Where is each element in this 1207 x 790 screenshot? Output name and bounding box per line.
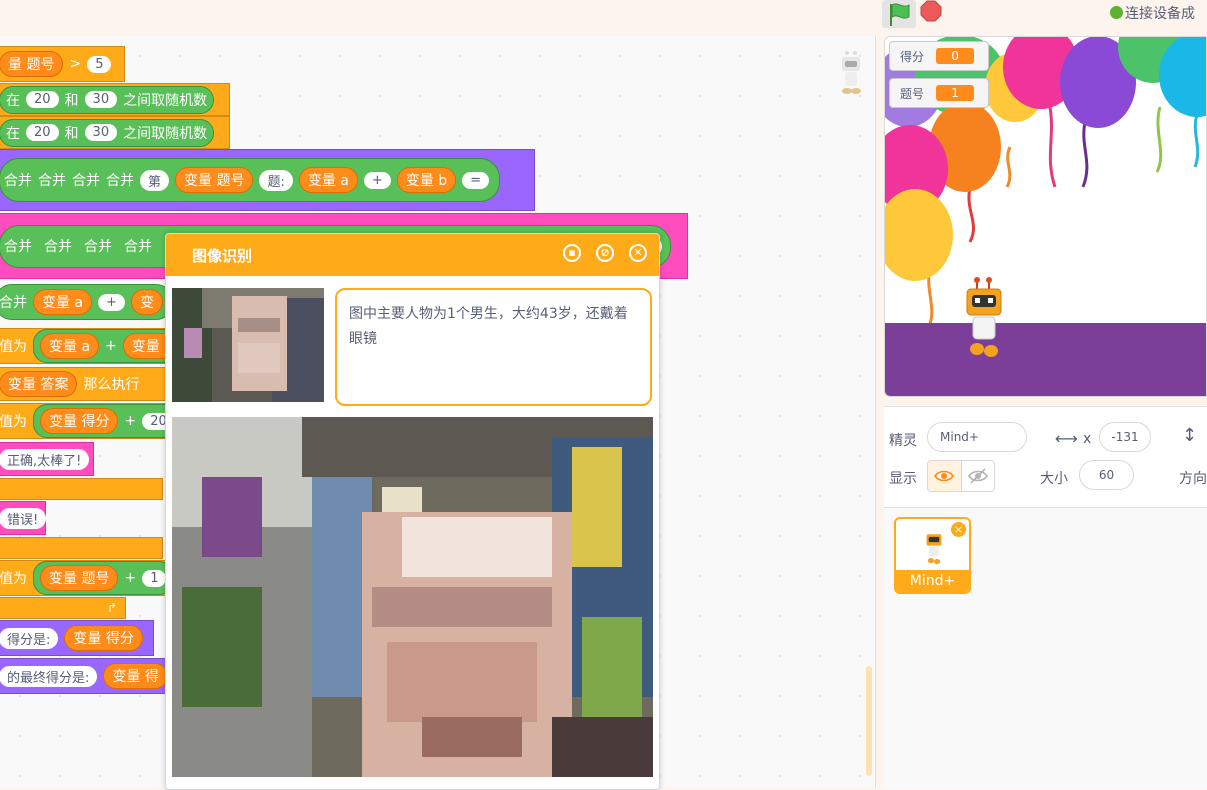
number-input[interactable]: 1 — [142, 569, 167, 587]
connection-indicator-icon — [1110, 6, 1123, 19]
say-wrong-block[interactable]: 错误! — [0, 501, 47, 535]
size-label: 大小 — [1040, 471, 1068, 487]
set-score-block[interactable]: 值为 变量 得分 + 20 — [0, 403, 182, 439]
text-input[interactable]: 的最终得分是: — [0, 665, 98, 687]
variable-reporter[interactable]: 变 — [130, 289, 163, 315]
if-end-branch — [0, 537, 163, 559]
add-operator[interactable]: 变量 得分 + 20 — [33, 404, 182, 438]
mindplus-sprite[interactable] — [961, 277, 1007, 359]
variable-reporter[interactable]: 量 题号 — [0, 51, 64, 77]
variable-reporter[interactable]: 变量 题号 — [175, 167, 254, 193]
random-min-input[interactable]: 20 — [26, 91, 59, 108]
random-max-input[interactable]: 30 — [84, 124, 118, 141]
question-monitor-label: 题号 — [900, 86, 925, 101]
question-monitor-value: 1 — [936, 85, 975, 101]
mindplus-thumbnail-icon — [926, 534, 942, 565]
number-input[interactable]: 5 — [87, 55, 112, 73]
loop-arrow-icon: ↱ — [106, 601, 117, 615]
workspace-scrollbar[interactable] — [866, 666, 872, 776]
score-monitor-label: 得分 — [900, 49, 925, 64]
direction-label: 方向 — [1179, 471, 1207, 487]
recognition-result-text: 图中主要人物为1个男生，大约43岁，还戴着眼镜 — [349, 306, 628, 347]
variable-reporter[interactable]: 变量 a — [40, 333, 100, 359]
ask-question-block[interactable]: 合并 合并 合并 合并 第 变量 题号 题: 变量 a + 变量 b = — [0, 149, 535, 211]
variable-reporter[interactable]: 变量 题号 — [40, 565, 119, 591]
variable-reporter[interactable]: 变量 得 — [103, 663, 168, 689]
delete-sprite-icon[interactable]: × — [951, 522, 966, 537]
loop-end-branch: ↱ — [0, 597, 126, 619]
stop-icon — [920, 0, 942, 22]
show-label: 显示 — [889, 471, 917, 487]
stage-ground — [885, 323, 1206, 396]
sprite-panel: 精灵 Mind+ ⟷ x -131 ↕ 显示 大小 60 方向 × Mind+ — [884, 406, 1207, 789]
random-operator[interactable]: 在 20 和 30 之间取随机数 — [0, 118, 215, 147]
stop-button[interactable] — [920, 0, 942, 22]
set-answer-block[interactable]: 值为 变量 a + 变量 b — [0, 328, 190, 364]
variable-reporter[interactable]: 变量 答案 — [0, 371, 78, 397]
text-input[interactable]: 得分是: — [0, 627, 59, 649]
random-operator[interactable]: 在 20 和 30 之间取随机数 — [0, 85, 215, 114]
text-input[interactable]: 错误! — [0, 507, 47, 529]
say-score-block[interactable]: 得分是: 变量 得分 — [0, 620, 154, 656]
green-flag-icon — [890, 3, 910, 26]
save-icon[interactable]: ▪ — [563, 244, 581, 262]
mindplus-mascot-icon — [842, 51, 861, 94]
variable-reporter[interactable]: 变量 a — [298, 167, 358, 193]
random-min-input[interactable]: 20 — [26, 124, 59, 141]
x-label: x — [1083, 431, 1092, 447]
size-input[interactable]: 60 — [1079, 460, 1134, 490]
variable-reporter[interactable]: 变量 得分 — [64, 625, 143, 651]
add-operator[interactable]: 变量 题号 + 1 — [33, 561, 174, 595]
variable-reporter[interactable]: 变量 得分 — [40, 408, 119, 434]
vertical-arrows-icon: ↕ — [1182, 425, 1198, 446]
increment-question-block[interactable]: 值为 变量 题号 + 1 — [0, 560, 174, 596]
device-connection-status[interactable]: 连接设备成 — [1110, 3, 1195, 23]
show-button[interactable] — [928, 461, 961, 491]
text-input[interactable]: + — [98, 293, 125, 311]
text-input[interactable]: 第 — [140, 169, 170, 191]
sprite-name-input[interactable]: Mind+ — [927, 422, 1027, 452]
random-max-input[interactable]: 30 — [84, 91, 118, 108]
if-then-block[interactable]: 变量 答案 那么执行 — [0, 367, 166, 401]
set-variable-random-block-b[interactable]: 在 20 和 30 之间取随机数 — [0, 116, 230, 149]
close-icon[interactable]: ✕ — [629, 244, 647, 262]
score-monitor-value: 0 — [936, 48, 975, 64]
if-block[interactable]: 量 题号 > 5 — [0, 46, 125, 82]
set-variable-random-block-a[interactable]: 在 20 和 30 之间取随机数 — [0, 83, 230, 116]
eye-slash-icon — [967, 468, 988, 484]
dialog-title: 图像识别 — [192, 247, 253, 265]
visibility-toggle — [927, 460, 995, 492]
text-input[interactable]: + — [363, 171, 391, 189]
captured-photo-thumbnail — [172, 288, 324, 402]
join-block[interactable]: 合并 变量 a + 变 — [0, 284, 174, 320]
greater-than-operator: > — [69, 56, 82, 72]
sprite-thumbnail-name: Mind+ — [896, 570, 969, 592]
stage[interactable]: 得分 0 题号 1 — [884, 36, 1207, 397]
sprite-label: 精灵 — [889, 433, 917, 449]
image-recognition-dialog: 图像识别 ▪ ⊘ ✕ 图中主要人物为1个男生，大约43岁，还戴着眼镜 — [165, 233, 660, 790]
green-flag-button[interactable] — [882, 0, 916, 28]
join-operator[interactable]: 合并 合并 合并 合并 第 变量 题号 题: 变量 a + 变量 b = — [0, 158, 501, 202]
camera-preview — [172, 417, 653, 777]
recognition-result-box: 图中主要人物为1个男生，大约43岁，还戴着眼镜 — [335, 288, 652, 406]
eye-icon — [934, 470, 955, 482]
hide-camera-icon[interactable]: ⊘ — [596, 244, 614, 262]
top-bar: 连接设备成 — [0, 0, 1207, 36]
text-input[interactable]: 题: — [259, 169, 293, 191]
say-final-score-block[interactable]: 的最终得分是: 变量 得 — [0, 658, 174, 694]
variable-reporter[interactable]: 变量 b — [396, 167, 457, 193]
text-input[interactable]: = — [462, 171, 490, 189]
sprite-thumbnail[interactable]: × Mind+ — [894, 517, 971, 594]
say-correct-block[interactable]: 正确,太棒了! — [0, 442, 94, 476]
question-monitor[interactable]: 题号 1 — [889, 78, 989, 108]
sprite-info: 精灵 Mind+ ⟷ x -131 ↕ 显示 大小 60 方向 — [884, 407, 1207, 508]
horizontal-arrows-icon: ⟷ — [1055, 429, 1078, 448]
else-branch — [0, 478, 163, 500]
variable-reporter[interactable]: 变量 a — [33, 289, 93, 315]
x-position-input[interactable]: -131 — [1099, 422, 1151, 452]
dialog-header[interactable]: 图像识别 ▪ ⊘ ✕ — [166, 234, 659, 276]
text-input[interactable]: 正确,太棒了! — [0, 448, 90, 470]
hide-button[interactable] — [960, 461, 995, 491]
score-monitor[interactable]: 得分 0 — [889, 41, 989, 71]
